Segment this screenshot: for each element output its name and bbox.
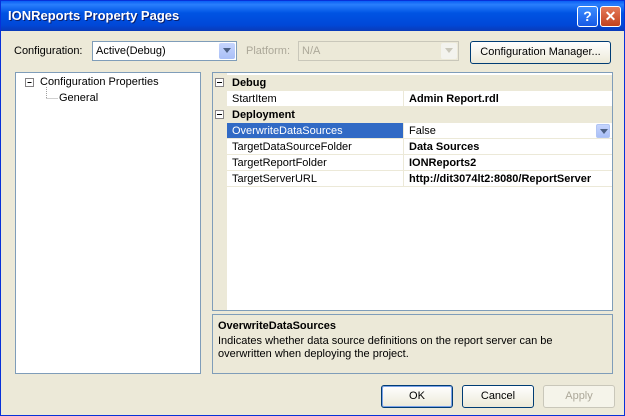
property-tree[interactable]: Configuration Properties General [15,72,201,374]
property-row-startitem[interactable]: StartItem Admin Report.rdl [213,91,612,107]
property-name[interactable]: OverwriteDataSources [227,123,404,139]
chevron-down-icon [441,43,457,59]
apply-button: Apply [543,385,615,408]
configuration-value: Active(Debug) [96,45,166,57]
ok-button[interactable]: OK [381,385,453,408]
tree-item-general[interactable]: General [59,92,98,104]
category-name: Debug [232,77,267,89]
description-text: Indicates whether data source definition… [218,335,553,360]
close-button[interactable]: ✕ [600,6,621,27]
category-row-deployment[interactable]: Deployment [213,107,612,123]
configuration-label: Configuration: [14,45,83,57]
help-button[interactable]: ? [577,6,598,27]
category-name: Deployment [232,109,295,121]
collapse-icon[interactable] [215,110,224,119]
property-name[interactable]: TargetDataSourceFolder [227,139,404,155]
platform-dropdown: N/A [298,41,459,61]
window-title: IONReports Property Pages [8,8,180,23]
category-row-debug[interactable]: Debug [213,75,612,91]
property-value[interactable]: Data Sources [404,139,612,155]
property-row-targetdatasourcefolder[interactable]: TargetDataSourceFolder Data Sources [213,139,612,155]
configuration-manager-button[interactable]: Configuration Manager... [470,41,611,64]
collapse-icon[interactable] [215,78,224,87]
property-name[interactable]: StartItem [227,91,404,107]
property-row-targetreportfolder[interactable]: TargetReportFolder IONReports2 [213,155,612,171]
description-title: OverwriteDataSources [218,320,336,332]
chevron-down-icon[interactable] [596,124,610,138]
property-name[interactable]: TargetReportFolder [227,155,404,171]
platform-label: Platform: [246,45,291,57]
property-value[interactable]: IONReports2 [404,155,612,171]
property-row-targetserverurl[interactable]: TargetServerURL http://dit3074lt2:8080/R… [213,171,612,187]
tree-item-configuration-properties[interactable]: Configuration Properties [40,76,159,88]
cancel-button[interactable]: Cancel [462,385,534,408]
property-value[interactable]: http://dit3074lt2:8080/ReportServer [404,171,612,187]
property-grid: Debug StartItem Admin Report.rdl Deploym… [212,72,613,311]
property-value[interactable]: Admin Report.rdl [404,91,612,107]
platform-value: N/A [302,45,321,57]
property-row-overwritedatasources[interactable]: OverwriteDataSources False [213,123,612,139]
configuration-dropdown[interactable]: Active(Debug) [92,41,237,61]
description-panel: OverwriteDataSources Indicates whether d… [212,314,613,374]
property-value[interactable]: False [404,123,612,139]
property-pages-window: IONReports Property Pages ? ✕ Configurat… [0,0,625,416]
chevron-down-icon[interactable] [219,43,235,59]
title-bar[interactable]: IONReports Property Pages ? ✕ [1,1,624,31]
property-name[interactable]: TargetServerURL [227,171,404,187]
